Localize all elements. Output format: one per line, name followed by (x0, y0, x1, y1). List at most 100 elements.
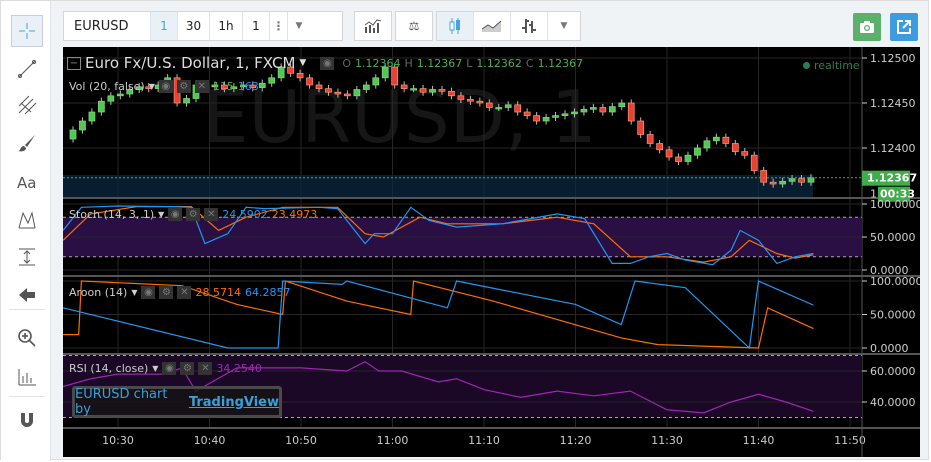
bars-icon[interactable] (511, 12, 548, 40)
candle (467, 99, 474, 102)
compare-button[interactable]: ⚖ (395, 11, 433, 41)
text-icon[interactable]: Aa (11, 166, 43, 198)
arrow-left-icon[interactable] (11, 279, 43, 311)
brush-icon[interactable] (11, 127, 43, 159)
aroon-tick: 0.0000 (870, 342, 909, 355)
more-vertical-icon[interactable]: ⋮ (270, 12, 288, 40)
candle (665, 149, 673, 158)
drawing-toolbar: Aa (1, 1, 51, 461)
candle (599, 107, 607, 113)
magnet-icon[interactable] (11, 404, 43, 436)
volume-legend: Vol (20, false) ▼ ◉ ⚙ ✕ 115 163 (69, 80, 259, 93)
candle (769, 181, 777, 185)
tradingview-link[interactable]: TradingView (189, 395, 279, 410)
candle (637, 120, 645, 135)
eye-icon[interactable]: ◉ (141, 286, 156, 299)
price-tick: 1.12400 (870, 142, 916, 155)
pattern-icon[interactable] (11, 204, 43, 236)
chart-area[interactable]: EURUSD, 1 10:30 10:40 10:50 11:00 11:10 11:20 1… (62, 47, 923, 457)
candle (552, 115, 559, 118)
eye-icon[interactable]: ◉ (158, 80, 173, 93)
candle (485, 102, 493, 108)
candle (580, 108, 588, 113)
candle (315, 84, 323, 89)
aroon-tick: 100.0000 (870, 275, 920, 288)
price-tick: 1.12450 (870, 97, 916, 110)
chevron-down-icon[interactable]: ▼ (158, 210, 164, 219)
candle (694, 147, 701, 156)
chevron-down-icon[interactable]: ▼ (548, 12, 580, 40)
aroon-tick: 50.0000 (870, 309, 916, 322)
gear-icon[interactable]: ⚙ (159, 286, 174, 299)
eye-icon[interactable]: ◉ (320, 56, 335, 70)
candle (542, 117, 550, 122)
snapshot-button[interactable] (853, 13, 881, 41)
candle (98, 100, 105, 113)
candle (116, 93, 124, 97)
candle (656, 143, 663, 151)
candle (306, 77, 313, 86)
candle (268, 77, 276, 84)
gear-icon[interactable]: ⚙ (180, 362, 195, 375)
candle (79, 120, 86, 131)
chevron-down-icon[interactable]: ▼ (288, 12, 310, 40)
time-tick: 11:00 (377, 434, 409, 447)
candle (618, 102, 626, 107)
chevron-down-icon[interactable]: ▼ (149, 82, 155, 91)
rsi-legend: RSI (14, close) ▼ ◉ ⚙ ✕ 34.2540 (69, 362, 262, 375)
symbol-title[interactable]: Euro Fx/U.S. Dollar, 1, FXCM (85, 54, 295, 72)
close-icon[interactable]: ✕ (198, 362, 213, 375)
collapse-icon[interactable]: − (67, 56, 81, 70)
popout-icon (897, 20, 911, 34)
candle (107, 95, 115, 102)
candle (400, 84, 408, 89)
candle (646, 134, 654, 144)
time-tick: 10:30 (102, 434, 134, 447)
close-icon[interactable]: ✕ (194, 80, 209, 93)
interval-1m[interactable]: 1 (151, 12, 178, 40)
zoom-in-icon[interactable] (11, 322, 43, 354)
candle (476, 100, 484, 104)
candle (419, 88, 427, 93)
candle (362, 84, 370, 90)
price-scale-icon[interactable] (11, 361, 43, 393)
candle (410, 88, 417, 91)
candle (69, 129, 77, 140)
candle (731, 143, 739, 152)
divider (9, 396, 45, 397)
interval-30m[interactable]: 30 (178, 12, 210, 40)
indicators-button[interactable] (354, 11, 392, 41)
chevron-down-icon[interactable]: ▼ (152, 364, 158, 373)
eye-icon[interactable]: ◉ (162, 362, 177, 375)
candle (779, 180, 786, 185)
measure-icon[interactable] (11, 241, 43, 273)
candle (750, 154, 758, 171)
chevron-down-icon[interactable]: ▼ (131, 288, 137, 297)
area-chart-icon[interactable] (474, 12, 511, 40)
interval-1h[interactable]: 1h (210, 12, 243, 40)
close-icon[interactable]: ✕ (177, 286, 192, 299)
candle (788, 178, 796, 182)
gear-icon[interactable]: ⚙ (186, 208, 201, 221)
chart-widget: Aa EURUSD 1 30 1h 1 ⋮ ▼ ⚖ ▼ EURUSD, 1 10:… (0, 0, 929, 461)
trend-line-icon[interactable] (11, 53, 43, 85)
candle (561, 113, 569, 116)
symbol-input[interactable]: EURUSD (64, 12, 151, 40)
candle (675, 156, 682, 162)
interval-1d[interactable]: 1 (243, 12, 270, 40)
crosshair-icon[interactable] (11, 15, 43, 47)
popout-button[interactable] (890, 13, 918, 41)
candle (334, 91, 342, 95)
svg-text:Aa: Aa (17, 174, 36, 192)
eye-icon[interactable]: ◉ (168, 208, 183, 221)
candle (590, 107, 597, 110)
candle (296, 72, 304, 79)
candle (88, 111, 96, 122)
pitchfork-icon[interactable] (11, 89, 43, 121)
gear-icon[interactable]: ⚙ (176, 80, 191, 93)
close-icon[interactable]: ✕ (204, 208, 219, 221)
chevron-down-icon[interactable]: ▼ (299, 58, 306, 68)
candle (183, 98, 190, 104)
candles-icon[interactable] (437, 12, 474, 40)
candle (533, 115, 540, 122)
